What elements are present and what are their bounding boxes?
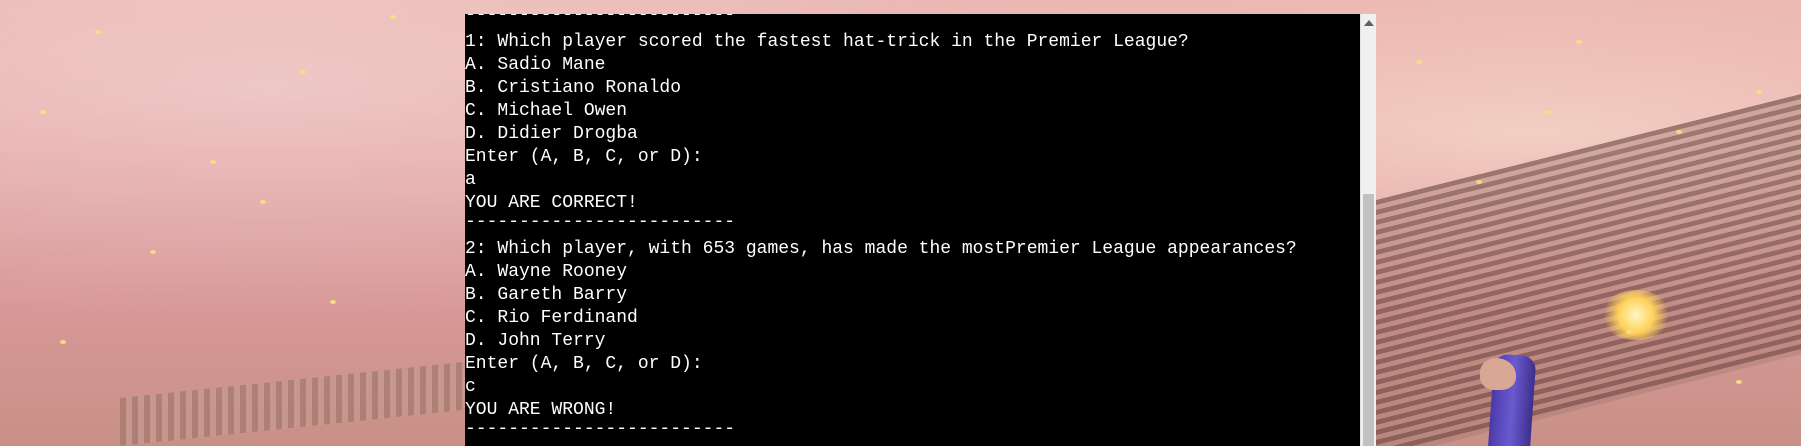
player-fist: [1480, 358, 1516, 390]
confetti-sparkle: [390, 15, 396, 19]
confetti-sparkle: [1546, 110, 1552, 114]
confetti-sparkle: [1626, 330, 1632, 334]
separator-line: -------------------------: [465, 212, 736, 232]
question-1-option-c: C. Michael Owen: [465, 101, 628, 121]
confetti-sparkle: [1576, 40, 1582, 44]
question-2-option-d: D. John Terry: [465, 331, 606, 351]
question-1-option-a: A. Sadio Mane: [465, 55, 606, 75]
confetti-sparkle: [300, 70, 306, 74]
scrollbar-thumb[interactable]: [1363, 194, 1374, 446]
question-2-text: 2: Which player, with 653 games, has mad…: [465, 239, 1297, 259]
stadium-stand-right: [1376, 94, 1801, 446]
answer-prompt: Enter (A, B, C, or D):: [465, 354, 703, 374]
confetti-sparkle: [1736, 380, 1742, 384]
confetti-sparkle: [210, 160, 216, 164]
question-2-option-b: B. Gareth Barry: [465, 285, 628, 305]
confetti-sparkle: [95, 30, 101, 34]
question-2-option-a: A. Wayne Rooney: [465, 262, 628, 282]
separator-line: -------------------------: [465, 419, 736, 439]
user-answer: c: [465, 377, 476, 397]
confetti-sparkle: [1676, 130, 1682, 134]
confetti-sparkle: [150, 250, 156, 254]
background-stadium-right: [1376, 0, 1801, 446]
terminal-scrollbar[interactable]: [1360, 14, 1376, 446]
user-answer: a: [465, 170, 476, 190]
stadium-stand-left: [120, 361, 465, 446]
separator-line: -------------------------: [465, 14, 736, 25]
stadium-light-glow: [1601, 290, 1671, 340]
confetti-sparkle: [330, 300, 336, 304]
background-stadium-left: [0, 0, 465, 446]
question-1-text: 1: Which player scored the fastest hat-t…: [465, 32, 1189, 52]
terminal-window[interactable]: ------------------------- 1: Which playe…: [465, 14, 1360, 446]
confetti-sparkle: [1756, 90, 1762, 94]
question-2-option-c: C. Rio Ferdinand: [465, 308, 638, 328]
confetti-sparkle: [60, 340, 66, 344]
confetti-sparkle: [40, 110, 46, 114]
answer-prompt: Enter (A, B, C, or D):: [465, 147, 703, 167]
question-1-option-b: B. Cristiano Ronaldo: [465, 78, 682, 98]
confetti-sparkle: [1416, 60, 1422, 64]
scroll-up-arrow-icon[interactable]: [1364, 20, 1374, 26]
confetti-sparkle: [1476, 180, 1482, 184]
confetti-sparkle: [260, 200, 266, 204]
question-1-option-d: D. Didier Drogba: [465, 124, 638, 144]
